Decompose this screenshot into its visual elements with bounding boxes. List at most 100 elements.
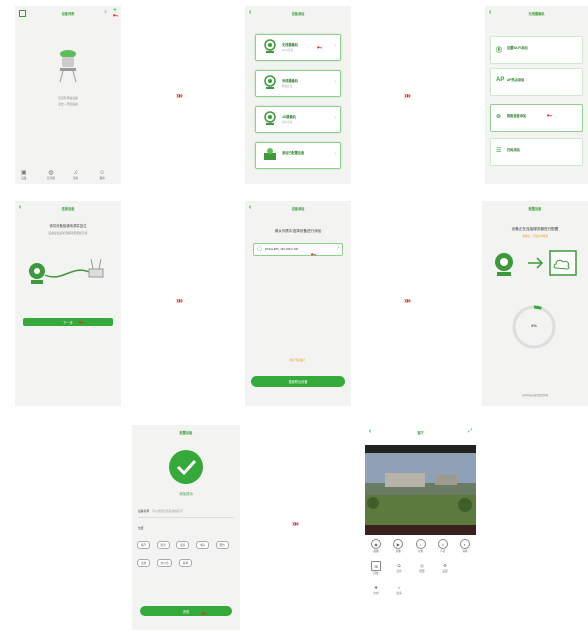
config-footer: 长时间未连接请检查网络: [521, 394, 549, 397]
record-button[interactable]: ▶ 录像: [389, 539, 407, 553]
camera-icon: [264, 111, 276, 125]
finish-button[interactable]: 完成: [140, 606, 232, 616]
screen-connect-device: ‹ 连接设备 请将设备接通电源并复位 设备复位后听到等待配置提示音 下一步 ↖: [15, 201, 121, 406]
option-4g-camera[interactable]: 4G摄像机 插卡连接 ›: [255, 106, 341, 133]
talk-button[interactable]: ♪ 对讲: [412, 539, 430, 553]
page-title: 无线摄像机: [528, 11, 545, 16]
sound-icon: ⊜: [496, 114, 502, 120]
method-ap[interactable]: AP AP热点添加: [490, 68, 583, 96]
location-chip[interactable]: 客厅: [137, 541, 151, 549]
choose-heading: 请从列表中选择设备进行添加: [274, 229, 322, 233]
chevron-right-icon: ›: [334, 151, 336, 157]
location-chip[interactable]: 书房: [195, 541, 210, 549]
more-button[interactable]: ⌂ 更多: [390, 583, 408, 596]
page-title: 配置设备: [528, 206, 542, 211]
alarm-icon: ◎: [420, 562, 424, 568]
ap-icon: AP: [496, 77, 505, 83]
instruction-heading: 请将设备接通电源并复位: [49, 224, 87, 228]
camera-icon: [264, 75, 276, 89]
hd-icon: ◐: [460, 539, 470, 549]
progress-value: 3%: [531, 323, 537, 328]
device-name-row: 设备名称 可以修改为您喜欢的名字: [138, 509, 234, 518]
controls-row-3: ✥ 方向 ⌂ 更多: [367, 583, 408, 596]
sound-button[interactable]: ♫ 声音: [434, 539, 452, 553]
method-voice[interactable]: ⊜ 智能语音添加: [490, 104, 583, 132]
option-configured-device[interactable]: 添加已配置设备 ›: [255, 142, 341, 169]
alarm-button[interactable]: ◎ 报警: [413, 561, 431, 575]
search-icon[interactable]: ⌕: [104, 9, 107, 15]
direction-button[interactable]: ✥ 方向: [367, 583, 385, 596]
screen-choose-device: ‹ 设备添加 请从列表中选择设备进行添加 ▢ RKKH-IMX_192.168.…: [245, 201, 351, 406]
page-title: 配置设备: [179, 430, 193, 435]
search-nearby-button[interactable]: 搜索附近设备: [251, 376, 345, 387]
page-title: 客厅: [417, 430, 424, 435]
next-button[interactable]: 下一步: [23, 318, 113, 326]
instruction-desc: 设备复位后听到等待配置提示音: [48, 231, 88, 235]
ptz-icon: ⬭: [397, 562, 401, 568]
speaker-icon: ♫: [437, 539, 448, 549]
camera-icon: [264, 39, 276, 53]
video-player[interactable]: [365, 445, 476, 535]
device-icon: ▢: [257, 246, 262, 252]
device-icon: ▣: [21, 170, 27, 176]
success-status: 添加成功: [179, 492, 193, 496]
chevron-right-icon: ›: [334, 115, 336, 121]
screen-device-list: 设备列表 ⌕ + ↖ 还没有添加设备 点击 + 添加设备 ▣ 设备 ◍ 云存储 ♫ 消…: [15, 6, 121, 184]
chevron-right-icon: ›: [337, 245, 339, 251]
flow-arrow-4: »»: [404, 296, 411, 305]
device-name-input[interactable]: 可以修改为您喜欢的名字: [152, 509, 183, 513]
location-chip[interactable]: 走廊: [137, 559, 151, 567]
snapshot-button[interactable]: ◉ 截图: [367, 539, 385, 553]
chevron-right-icon: ›: [334, 79, 336, 85]
settings-button[interactable]: ⚙ 设置: [436, 561, 454, 575]
camera-icon: ◉: [371, 539, 381, 549]
option-wireless-camera[interactable]: 无线摄像机 Wi-Fi连接 ›: [255, 34, 341, 61]
location-chip[interactable]: 厨房: [176, 541, 190, 549]
controls-row-1: ◉ 截图 ▶ 录像 ♪ 对讲 ♫ 声音 ◐ 清晰: [367, 539, 474, 553]
tab-device[interactable]: ▣ 设备: [21, 169, 27, 180]
flow-arrow-1: »»: [176, 91, 183, 100]
device-list-item[interactable]: ▢ RKKH-IMX_192.168.0.100 ›: [253, 243, 343, 256]
qr-icon: ☰: [496, 148, 502, 154]
not-found-link[interactable]: 找不到设备？: [245, 358, 351, 362]
quality-button[interactable]: ◐ 清晰: [456, 539, 474, 553]
video-icon: ▶: [393, 539, 404, 549]
page-title: 连接设备: [61, 206, 75, 211]
option-wired-camera[interactable]: 有线摄像机 网线连接 ›: [255, 70, 341, 97]
location-label: 位置: [138, 526, 144, 530]
grid-icon: ⊞: [371, 561, 381, 571]
page-title: 设备添加: [291, 11, 305, 16]
method-scan[interactable]: ☰ 扫码添加: [490, 138, 583, 166]
config-heading: 设备正在连接服务器进行配置: [511, 227, 559, 231]
screen-live-view: ‹ 客厅 ⤢ ◉ 截图 ▶ 录像 ♪ 对讲 ♫ 声音 ◐ 清晰 ⊞ 回放 ⬭ 云台 ◎ 报警 ⚙…: [365, 425, 476, 630]
location-chip[interactable]: 卧室: [156, 541, 170, 549]
chevron-right-icon: ›: [334, 43, 336, 49]
method-wifi[interactable]: Ⓡ 设置Wi-Fi添加: [490, 36, 583, 64]
success-check-icon: [169, 450, 203, 484]
flow-arrow-2: »»: [404, 91, 411, 100]
screen-add-device: ‹ 设备添加 无线摄像机 Wi-Fi连接 › ↖ 有线摄像机 网线连接 › 4G…: [245, 6, 351, 184]
gear-icon: ⚙: [443, 562, 447, 568]
location-chip[interactable]: 办公室: [156, 559, 173, 567]
screen-wireless-methods: ‹ 无线摄像机 Ⓡ 设置Wi-Fi添加 AP AP热点添加 ⊜ 智能语音添加 ↖…: [485, 6, 588, 184]
more-icon: ⌂: [397, 584, 401, 590]
reset-illustration: [23, 253, 113, 293]
fullscreen-icon[interactable]: ⤢: [468, 428, 472, 434]
dpad-icon: ✥: [374, 584, 378, 590]
tab-mine[interactable]: ☺ 我的: [99, 170, 105, 180]
flow-arrow-5: »»: [292, 519, 299, 528]
tab-message[interactable]: ♫ 消息: [73, 170, 78, 180]
camera-to-cloud-illustration: [490, 249, 582, 279]
controls-row-2: ⊞ 回放 ⬭ 云台 ◎ 报警 ⚙ 设置: [367, 561, 454, 575]
tab-cloud[interactable]: ◍ 云存储: [47, 169, 55, 180]
cloud-icon: ◍: [48, 170, 54, 176]
location-chip[interactable]: 其他: [178, 559, 193, 567]
empty-hint: 还没有添加设备: [58, 96, 78, 100]
playback-button[interactable]: ⊞ 回放: [367, 561, 385, 575]
location-chip[interactable]: 阳台: [215, 541, 229, 549]
config-subtext: 请稍候，不要关闭电源: [522, 235, 548, 238]
ptz-button[interactable]: ⬭ 云台: [390, 561, 408, 575]
wifi-icon: Ⓡ: [496, 48, 503, 54]
page-title: 设备添加: [291, 206, 305, 211]
flow-arrow-3: »»: [176, 296, 183, 305]
